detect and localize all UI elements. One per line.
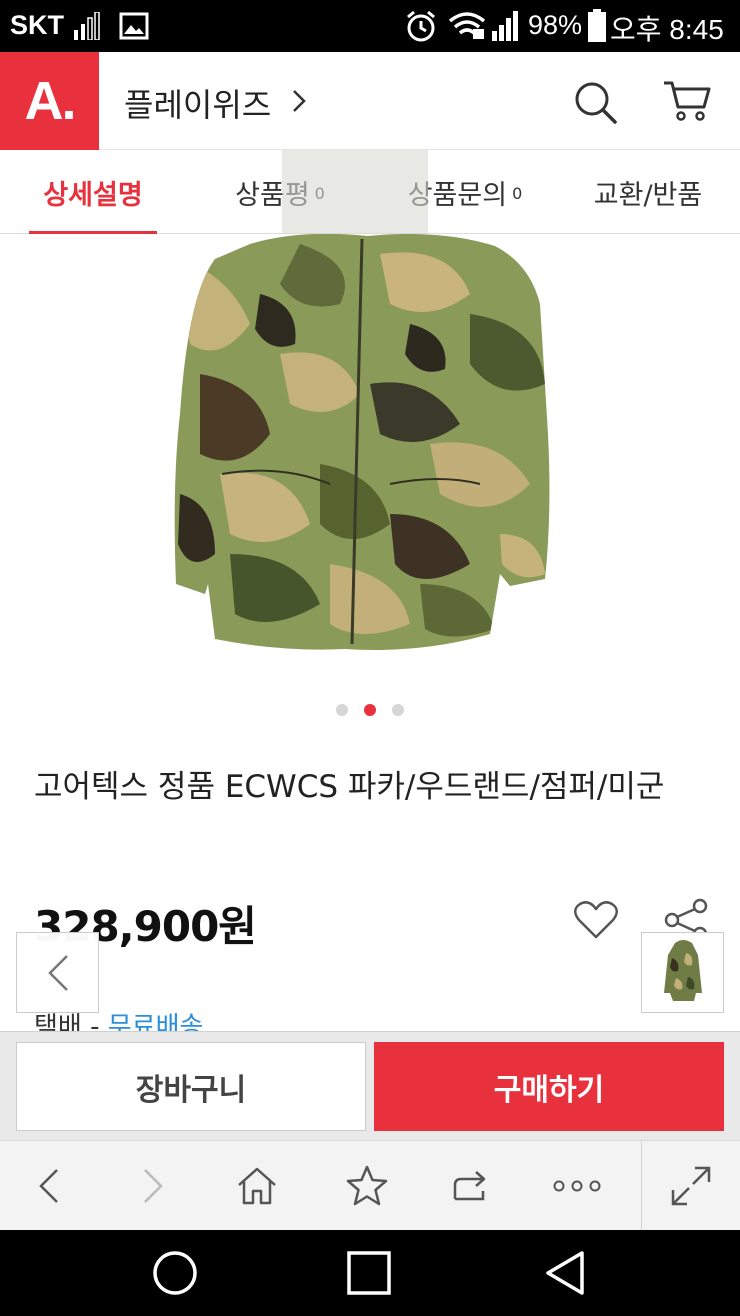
chevron-left-icon — [48, 955, 68, 991]
back-triangle-icon[interactable] — [530, 1230, 600, 1316]
home-circle-icon[interactable] — [140, 1230, 210, 1316]
signal-icon — [492, 11, 518, 41]
carousel-dot[interactable] — [364, 704, 376, 716]
cart-icon[interactable] — [662, 77, 712, 123]
shipping-label: 택배 — [34, 1012, 82, 1032]
battery-percent: 98% — [528, 10, 583, 40]
thumbnail-image — [664, 940, 702, 1001]
forward-icon[interactable] — [122, 1141, 186, 1231]
purchase-action-bar: 장바구니 구매하기 — [0, 1031, 740, 1140]
product-image-carousel[interactable] — [0, 234, 740, 684]
tab-label: 교환/반품 — [593, 179, 703, 211]
add-to-cart-button[interactable]: 장바구니 — [16, 1042, 366, 1131]
clock: 오후 8:45 — [610, 14, 724, 45]
share-tab-icon[interactable] — [438, 1141, 504, 1231]
product-thumbnail[interactable] — [641, 932, 724, 1013]
tab-description[interactable]: 상세설명 — [29, 150, 157, 235]
carousel-dot[interactable] — [392, 704, 404, 716]
heart-icon[interactable] — [573, 900, 619, 940]
search-icon[interactable] — [572, 79, 618, 125]
recents-square-icon[interactable] — [334, 1230, 404, 1316]
fullscreen-icon[interactable] — [658, 1141, 724, 1231]
system-navigation-bar — [0, 1230, 740, 1316]
signal-icon — [74, 12, 100, 40]
battery-icon — [588, 9, 606, 42]
bookmark-star-icon[interactable] — [334, 1141, 400, 1231]
carousel-dot[interactable] — [336, 704, 348, 716]
shipping-value: 무료배송 — [107, 1012, 204, 1032]
tab-count: 0 — [512, 183, 523, 203]
chevron-right-icon[interactable] — [290, 88, 308, 114]
alarm-icon — [407, 10, 435, 42]
shop-name-link[interactable]: 플레이위즈 — [124, 80, 271, 126]
shipping-separator: - — [81, 1012, 108, 1032]
back-icon[interactable] — [16, 1141, 80, 1231]
carrier-label: SKT — [10, 10, 64, 40]
tab-exchange-return[interactable]: 교환/반품 — [576, 150, 720, 234]
browser-toolbar — [0, 1140, 740, 1231]
carousel-indicator — [0, 704, 740, 718]
tab-label: 상세설명 — [43, 179, 143, 211]
gallery-icon — [119, 12, 149, 40]
previous-product-button[interactable] — [16, 932, 99, 1013]
app-header: A. 플레이위즈 — [0, 52, 740, 150]
home-icon[interactable] — [224, 1141, 290, 1231]
product-title: 고어텍스 정품 ECWCS 파카/우드랜드/점퍼/미군 — [34, 769, 665, 805]
buy-now-button[interactable]: 구매하기 — [374, 1042, 724, 1131]
status-bar: SKT 98% 오후 8:45 — [0, 0, 740, 52]
wifi-icon — [448, 12, 486, 39]
brand-logo[interactable]: A. — [0, 52, 99, 150]
product-photo — [174, 234, 550, 650]
toolbar-divider — [641, 1141, 642, 1231]
product-hood-shadow — [282, 150, 428, 234]
more-icon[interactable] — [544, 1141, 610, 1231]
